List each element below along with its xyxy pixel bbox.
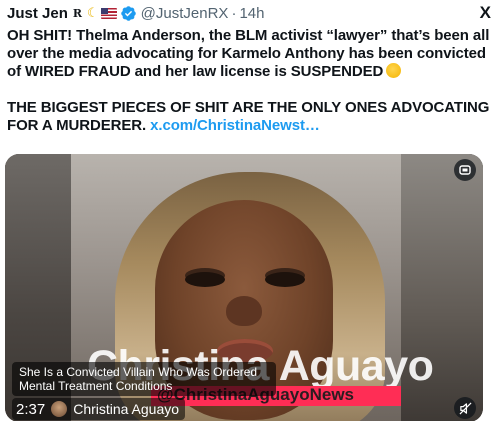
gif-icon[interactable] [454, 159, 476, 181]
timestamp[interactable]: 14h [239, 5, 264, 22]
author-tag: R [72, 6, 83, 20]
tweet-text: OH SHIT! Thelma Anderson, the BLM activi… [7, 27, 493, 135]
channel-avatar[interactable] [51, 401, 68, 417]
grinning-face-icon [386, 63, 402, 79]
muted-speaker-icon[interactable] [454, 397, 476, 419]
video-subject-nose [226, 296, 262, 326]
tweet-paragraph-1: OH SHIT! Thelma Anderson, the BLM activi… [7, 27, 490, 81]
tweet-link[interactable]: x.com/ChristinaNewst… [150, 117, 320, 134]
channel-name[interactable]: Christina Aguayo [73, 401, 179, 417]
video-duration: 2:37 [16, 400, 46, 418]
tweet-paragraph-2: THE BIGGEST PIECES OF SHIT ARE THE ONLY … [7, 98, 490, 134]
video-player[interactable]: Christina Aguayo @ChristinaAguayoNews Sh… [5, 154, 483, 421]
author-name[interactable]: Just Jen [7, 5, 68, 22]
video-caption: She Is a Convicted Villain Who Was Order… [12, 362, 276, 396]
tweet-header: Just Jen R ☾ @JustJenRX · 14h X [7, 3, 493, 23]
video-subject-eye-right [265, 272, 305, 287]
video-info-bar: 2:37 Christina Aguayo [12, 398, 186, 420]
verified-badge-icon [120, 5, 136, 21]
author-handle[interactable]: @JustJenRX [141, 5, 229, 22]
video-subject-eye-left [185, 272, 225, 287]
time-separator: · [231, 4, 237, 22]
moon-flag-emoji-icon: ☾ [87, 5, 117, 21]
x-logo-icon[interactable]: X [480, 3, 491, 23]
